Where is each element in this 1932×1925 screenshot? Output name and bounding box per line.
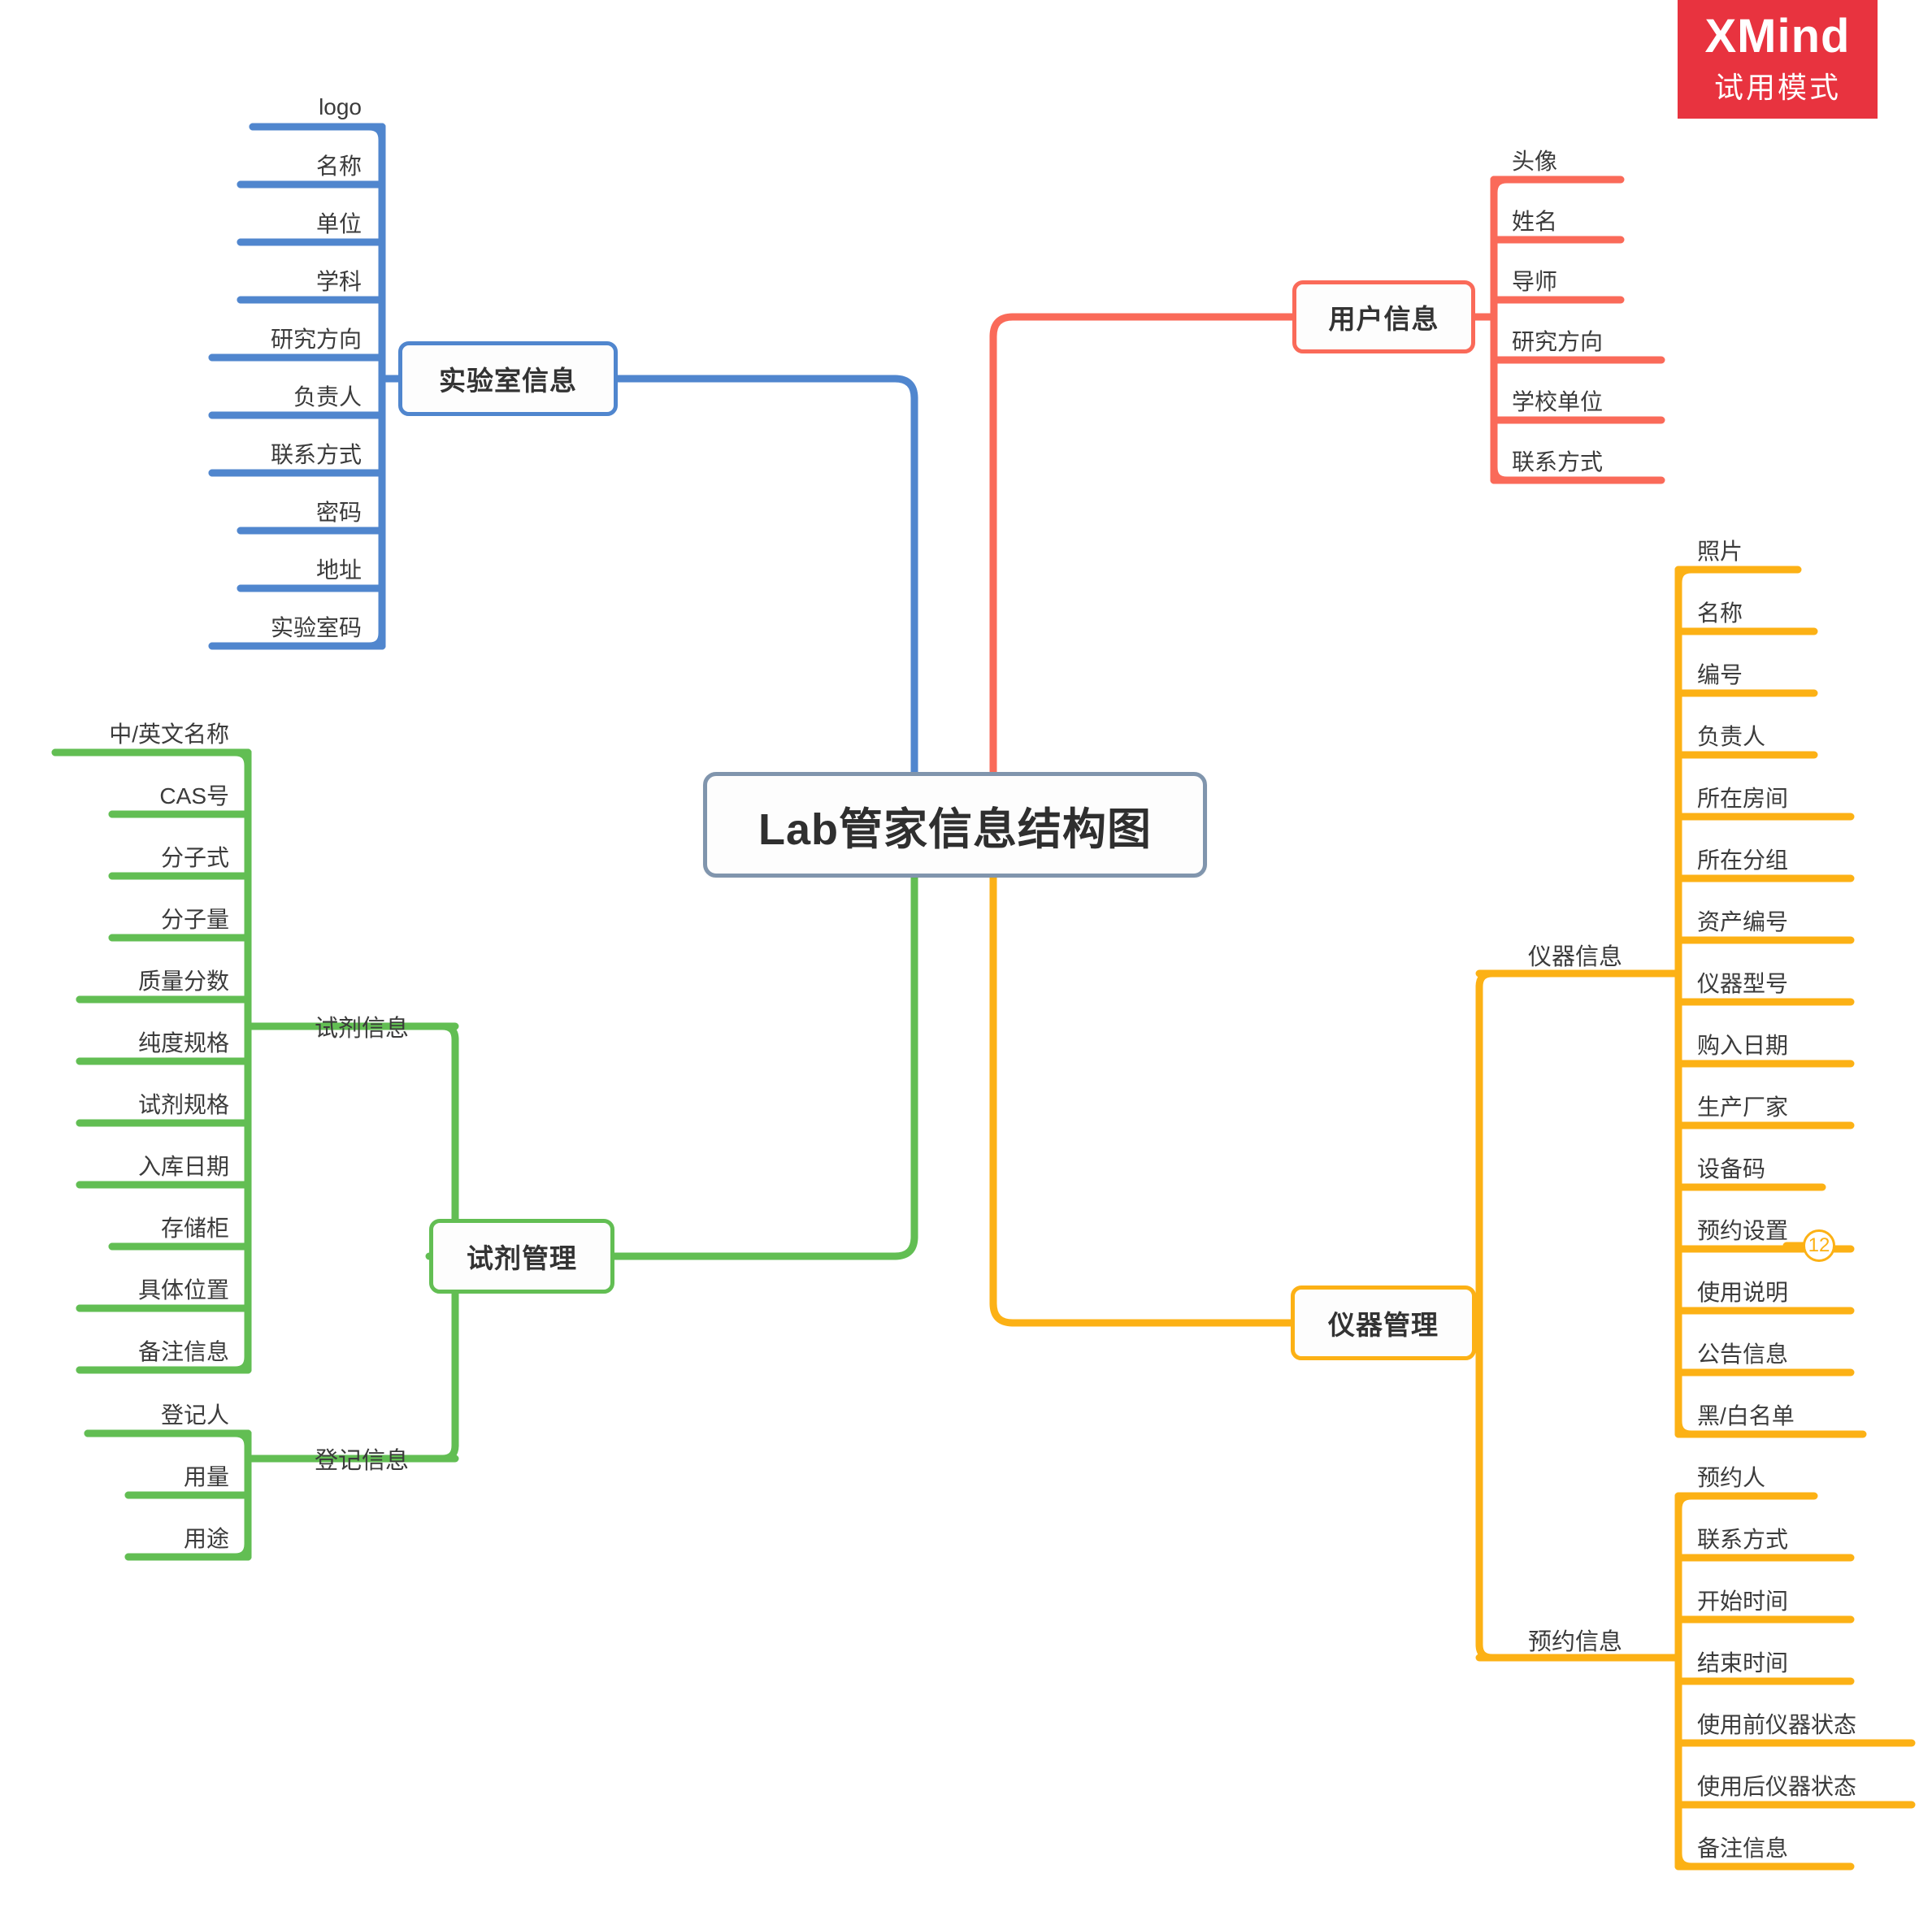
leaf-topic[interactable]: 中/英文名称 xyxy=(67,715,229,751)
leaf-topic[interactable]: 地址 xyxy=(252,551,362,587)
group-topic-label: 预约信息 xyxy=(1527,1629,1622,1655)
group-topic-reagent-info[interactable]: 试剂信息 xyxy=(268,1008,455,1045)
main-topic-reagent[interactable]: 试剂管理 xyxy=(429,1219,614,1294)
leaf-topic[interactable]: 实验室码 xyxy=(224,609,362,644)
xmind-logo-text: XMind xyxy=(1704,9,1851,63)
leaf-topic[interactable]: 试剂规格 xyxy=(91,1086,229,1121)
leaf-topic[interactable]: 密码 xyxy=(252,493,362,529)
leaf-topic[interactable]: 研究方向 xyxy=(1512,323,1650,358)
main-topic-instrument[interactable]: 仪器管理 xyxy=(1291,1286,1476,1360)
leaf-topic[interactable]: 黑/白名单 xyxy=(1697,1397,1852,1433)
group-topic-label: 试剂信息 xyxy=(314,1016,409,1042)
leaf-topic[interactable]: 研究方向 xyxy=(224,320,362,356)
leaf-topic[interactable]: 备注信息 xyxy=(91,1333,229,1368)
main-topic-laboratory[interactable]: 实验室信息 xyxy=(398,341,618,416)
leaf-topic[interactable]: 联系方式 xyxy=(224,436,362,471)
leaf-topic[interactable]: 具体位置 xyxy=(91,1271,229,1307)
leaf-topic[interactable]: 联系方式 xyxy=(1512,443,1650,479)
leaf-topic[interactable]: 用量 xyxy=(140,1458,229,1494)
leaf-topic[interactable]: 预约人 xyxy=(1697,1459,1803,1494)
leaf-topic[interactable]: 入库日期 xyxy=(91,1147,229,1183)
marker-badge-label: 12 xyxy=(1808,1234,1830,1256)
root-topic-label: Lab管家信息结构图 xyxy=(758,804,1152,854)
leaf-topic[interactable]: 使用前仪器状态 xyxy=(1697,1706,1900,1741)
leaf-topic[interactable]: 所在分组 xyxy=(1697,841,1839,877)
leaf-topic[interactable]: 所在房间 xyxy=(1697,779,1839,815)
leaf-topic[interactable]: 存储柜 xyxy=(124,1209,229,1245)
leaf-topic[interactable]: logo xyxy=(264,89,362,125)
leaf-topic[interactable]: 负责人 xyxy=(224,378,362,414)
group-topic-instrument-info[interactable]: 仪器信息 xyxy=(1494,936,1656,973)
leaf-topic[interactable]: 分子量 xyxy=(124,900,229,936)
leaf-topic[interactable]: 联系方式 xyxy=(1697,1520,1839,1556)
leaf-topic[interactable]: 购入日期 xyxy=(1697,1026,1839,1062)
leaf-topic[interactable]: 使用说明 xyxy=(1697,1273,1839,1309)
leaf-topic[interactable]: 学校单位 xyxy=(1512,383,1650,418)
leaf-topic[interactable]: 负责人 xyxy=(1697,718,1803,753)
leaf-topic[interactable]: 仪器型号 xyxy=(1697,965,1839,1000)
leaf-topic[interactable]: 质量分数 xyxy=(91,962,229,998)
leaf-topic[interactable]: CAS号 xyxy=(124,777,229,813)
mindmap-canvas: Lab管家信息结构图 实验室信息 用户信息 试剂管理 仪器管理 试剂信息 登记信… xyxy=(0,0,1932,1925)
marker-badge-12[interactable]: 12 xyxy=(1803,1229,1835,1262)
leaf-topic[interactable]: 分子式 xyxy=(124,839,229,874)
leaf-topic[interactable]: 用途 xyxy=(140,1520,229,1555)
leaf-topic[interactable]: 照片 xyxy=(1697,532,1787,568)
main-topic-label: 仪器管理 xyxy=(1328,1310,1439,1340)
leaf-topic[interactable]: 单位 xyxy=(252,205,362,241)
root-topic[interactable]: Lab管家信息结构图 xyxy=(703,772,1207,878)
leaf-topic[interactable]: 登记人 xyxy=(99,1396,229,1432)
leaf-topic[interactable]: 姓名 xyxy=(1512,202,1609,238)
group-topic-reservation-info[interactable]: 预约信息 xyxy=(1494,1621,1656,1658)
main-topic-label: 试剂管理 xyxy=(467,1243,577,1273)
leaf-topic[interactable]: 结束时间 xyxy=(1697,1644,1839,1680)
group-topic-label: 登记信息 xyxy=(314,1448,409,1474)
xmind-trial-watermark: XMind 试用模式 xyxy=(1678,0,1878,119)
leaf-topic[interactable]: 公告信息 xyxy=(1697,1335,1839,1371)
leaf-topic[interactable]: 导师 xyxy=(1512,262,1609,298)
leaf-topic[interactable]: 学科 xyxy=(252,262,362,298)
group-topic-label: 仪器信息 xyxy=(1527,944,1622,970)
leaf-topic[interactable]: 头像 xyxy=(1512,142,1609,178)
leaf-topic[interactable]: 使用后仪器状态 xyxy=(1697,1767,1900,1803)
leaf-topic[interactable]: 名称 xyxy=(252,147,362,183)
leaf-topic[interactable]: 名称 xyxy=(1697,594,1803,630)
leaf-topic[interactable]: 设备码 xyxy=(1697,1150,1811,1186)
leaf-topic[interactable]: 备注信息 xyxy=(1697,1829,1839,1865)
leaf-topic[interactable]: 编号 xyxy=(1697,656,1803,692)
main-topic-user[interactable]: 用户信息 xyxy=(1292,280,1475,353)
group-topic-registration-info[interactable]: 登记信息 xyxy=(268,1440,455,1477)
leaf-topic[interactable]: 纯度规格 xyxy=(91,1024,229,1060)
xmind-trial-text: 试用模式 xyxy=(1713,71,1841,105)
main-topic-label: 实验室信息 xyxy=(439,366,577,396)
leaf-topic[interactable]: 资产编号 xyxy=(1697,903,1839,939)
main-topic-label: 用户信息 xyxy=(1328,304,1439,334)
leaf-topic[interactable]: 生产厂家 xyxy=(1697,1088,1839,1124)
leaf-topic[interactable]: 开始时间 xyxy=(1697,1582,1839,1618)
